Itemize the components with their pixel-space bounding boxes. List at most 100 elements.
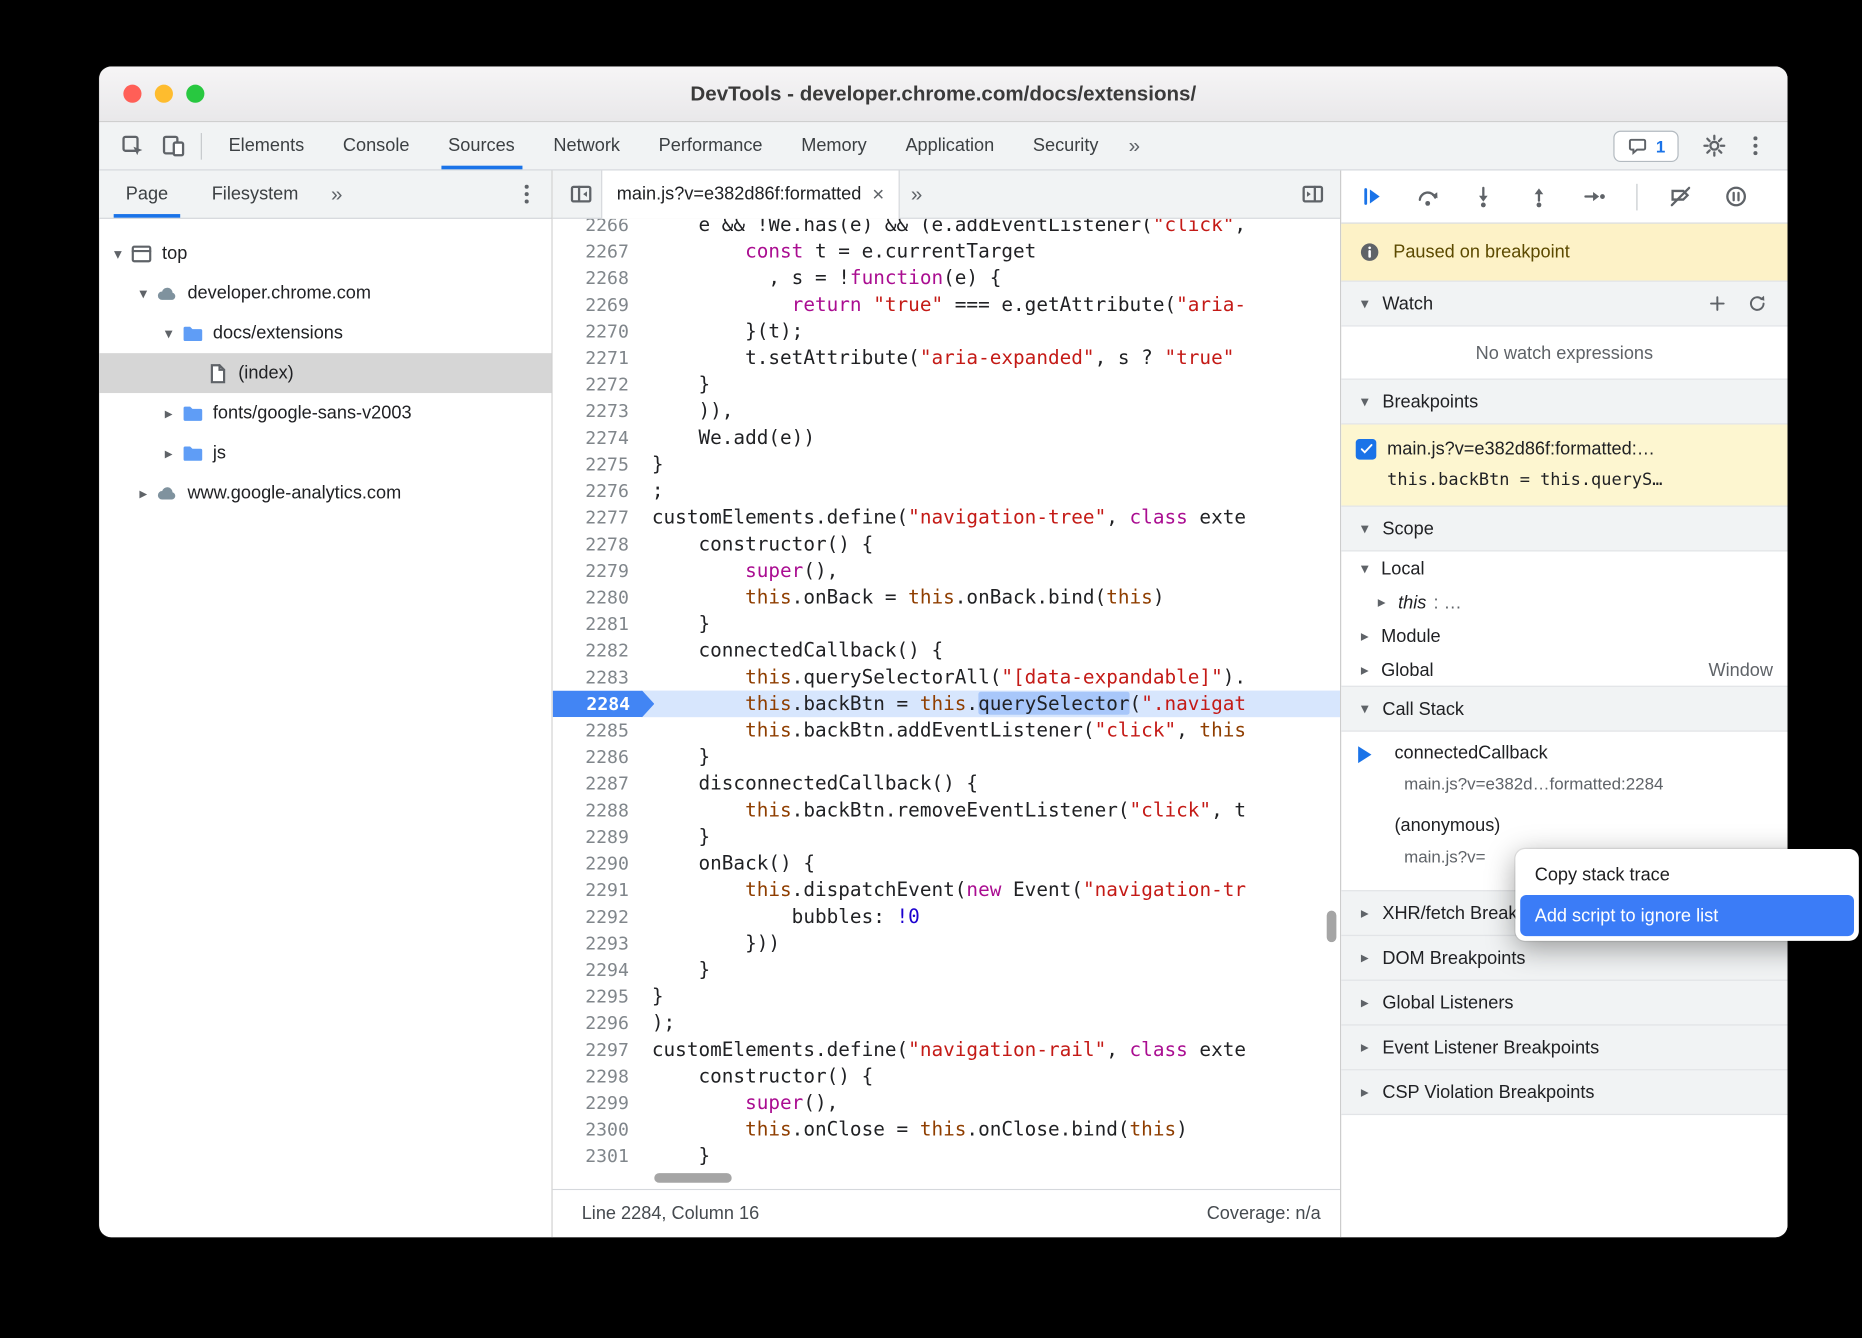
section-csp-violation-breakpoints[interactable]: CSP Violation Breakpoints: [1341, 1069, 1787, 1115]
zoom-window-button[interactable]: [186, 85, 204, 103]
line-number[interactable]: 2299: [553, 1090, 641, 1117]
horizontal-scrollbar[interactable]: [654, 1173, 731, 1183]
hide-navigator-icon[interactable]: [560, 174, 601, 215]
line-number[interactable]: 2296: [553, 1010, 641, 1037]
step-over-icon[interactable]: [1407, 176, 1448, 217]
chevron-down-icon[interactable]: [109, 244, 127, 263]
line-number[interactable]: 2278: [553, 531, 641, 558]
tree-item-fonts-google-sans-v2003[interactable]: fonts/google-sans-v2003: [99, 393, 551, 433]
show-debugger-outline-icon[interactable]: [1292, 174, 1333, 215]
line-number[interactable]: 2290: [553, 850, 641, 877]
editor-tab-mainjs[interactable]: main.js?v=e382d86f:formatted ×: [601, 170, 900, 218]
device-toolbar-icon[interactable]: [152, 125, 193, 166]
call-stack-frame-connectedcallback[interactable]: connectedCallbackmain.js?v=e382d…formatt…: [1341, 732, 1787, 805]
line-number[interactable]: 2270: [553, 318, 641, 345]
breakpoint-checkbox[interactable]: [1356, 438, 1377, 459]
line-number[interactable]: 2282: [553, 637, 641, 664]
line-number[interactable]: 2268: [553, 265, 641, 292]
line-number[interactable]: 2275: [553, 451, 641, 478]
line-number[interactable]: 2292: [553, 903, 641, 930]
tab-filesystem[interactable]: Filesystem: [190, 171, 320, 218]
section-global-listeners[interactable]: Global Listeners: [1341, 980, 1787, 1026]
scope-section-header[interactable]: Scope: [1341, 506, 1787, 552]
line-number[interactable]: 2280: [553, 584, 641, 611]
line-number[interactable]: 2272: [553, 371, 641, 398]
tab-sources[interactable]: Sources: [429, 122, 534, 169]
minimize-window-button[interactable]: [155, 85, 173, 103]
tab-network[interactable]: Network: [534, 122, 639, 169]
context-menu-item-copy-stack-trace[interactable]: Copy stack trace: [1520, 854, 1854, 895]
line-number[interactable]: 2288: [553, 797, 641, 824]
context-menu-item-add-script-to-ignore-list[interactable]: Add script to ignore list: [1520, 895, 1854, 936]
breakpoints-section-header[interactable]: Breakpoints: [1341, 379, 1787, 425]
scope-local-row[interactable]: Local: [1341, 551, 1787, 585]
tree-item-js[interactable]: js: [99, 433, 551, 473]
chevron-down-icon[interactable]: [160, 324, 178, 343]
close-window-button[interactable]: [123, 85, 141, 103]
line-number[interactable]: 2298: [553, 1063, 641, 1090]
tree-item-developer-chrome-com[interactable]: developer.chrome.com: [99, 273, 551, 313]
line-number[interactable]: 2297: [553, 1036, 641, 1063]
watch-section-header[interactable]: Watch: [1341, 281, 1787, 327]
scope-global-row[interactable]: Global Window: [1341, 653, 1787, 687]
line-number[interactable]: 2301: [553, 1143, 641, 1170]
chevron-down-icon[interactable]: [134, 284, 152, 303]
pause-on-exceptions-icon[interactable]: [1715, 176, 1756, 217]
step-icon[interactable]: [1573, 176, 1614, 217]
line-number[interactable]: 2276: [553, 478, 641, 505]
line-number[interactable]: 2281: [553, 611, 641, 638]
line-number[interactable]: 2293: [553, 930, 641, 957]
breakpoint-entry[interactable]: main.js?v=e382d86f:formatted:… this.back…: [1341, 424, 1787, 506]
tree-item-docs-extensions[interactable]: docs/extensions: [99, 313, 551, 353]
refresh-icon[interactable]: [1742, 288, 1773, 319]
call-stack-section-header[interactable]: Call Stack: [1341, 686, 1787, 732]
more-panels-chevron[interactable]: »: [1118, 134, 1151, 158]
settings-gear-icon[interactable]: [1693, 125, 1734, 166]
navigator-more-tabs-chevron[interactable]: »: [320, 182, 353, 206]
console-messages-chip[interactable]: 1: [1614, 130, 1679, 161]
line-number[interactable]: 2289: [553, 824, 641, 851]
line-number[interactable]: 2267: [553, 238, 641, 265]
line-number[interactable]: 2285: [553, 717, 641, 744]
tab-console[interactable]: Console: [324, 122, 429, 169]
step-into-icon[interactable]: [1462, 176, 1503, 217]
line-number[interactable]: 2277: [553, 504, 641, 531]
tab-memory[interactable]: Memory: [782, 122, 886, 169]
line-number[interactable]: 2283: [553, 664, 641, 691]
tree-item-top[interactable]: top: [99, 233, 551, 273]
line-number[interactable]: 2279: [553, 558, 641, 585]
line-number[interactable]: 2284: [553, 691, 655, 718]
tab-page[interactable]: Page: [104, 171, 190, 218]
line-number[interactable]: 2291: [553, 877, 641, 904]
step-out-icon[interactable]: [1518, 176, 1559, 217]
scope-module-row[interactable]: Module: [1341, 619, 1787, 653]
resume-icon[interactable]: [1351, 176, 1392, 217]
vertical-scrollbar[interactable]: [1327, 911, 1337, 942]
tab-application[interactable]: Application: [886, 122, 1013, 169]
tab-security[interactable]: Security: [1014, 122, 1118, 169]
line-number[interactable]: 2287: [553, 770, 641, 797]
section-dom-breakpoints[interactable]: DOM Breakpoints: [1341, 935, 1787, 981]
kebab-menu-icon[interactable]: [1734, 125, 1775, 166]
close-tab-icon[interactable]: ×: [872, 182, 884, 206]
editor-more-tabs-chevron[interactable]: »: [900, 182, 933, 206]
chevron-right-icon[interactable]: [134, 483, 152, 502]
inspect-icon[interactable]: [111, 125, 152, 166]
scope-this-row[interactable]: this: …: [1341, 585, 1787, 619]
chevron-right-icon[interactable]: [160, 443, 178, 462]
section-event-listener-breakpoints[interactable]: Event Listener Breakpoints: [1341, 1024, 1787, 1070]
line-number[interactable]: 2271: [553, 345, 641, 372]
line-number[interactable]: 2300: [553, 1116, 641, 1143]
chevron-right-icon[interactable]: [160, 403, 178, 422]
line-number[interactable]: 2266: [553, 219, 641, 238]
line-number[interactable]: 2295: [553, 983, 641, 1010]
navigator-menu-icon[interactable]: [506, 174, 547, 215]
tab-elements[interactable]: Elements: [209, 122, 323, 169]
add-watch-icon[interactable]: [1702, 288, 1733, 319]
tab-performance[interactable]: Performance: [639, 122, 782, 169]
tree-item-index[interactable]: (index): [99, 353, 551, 393]
line-number[interactable]: 2294: [553, 957, 641, 984]
line-number[interactable]: 2286: [553, 744, 641, 771]
deactivate-breakpoints-icon[interactable]: [1659, 176, 1700, 217]
line-number[interactable]: 2269: [553, 291, 641, 318]
